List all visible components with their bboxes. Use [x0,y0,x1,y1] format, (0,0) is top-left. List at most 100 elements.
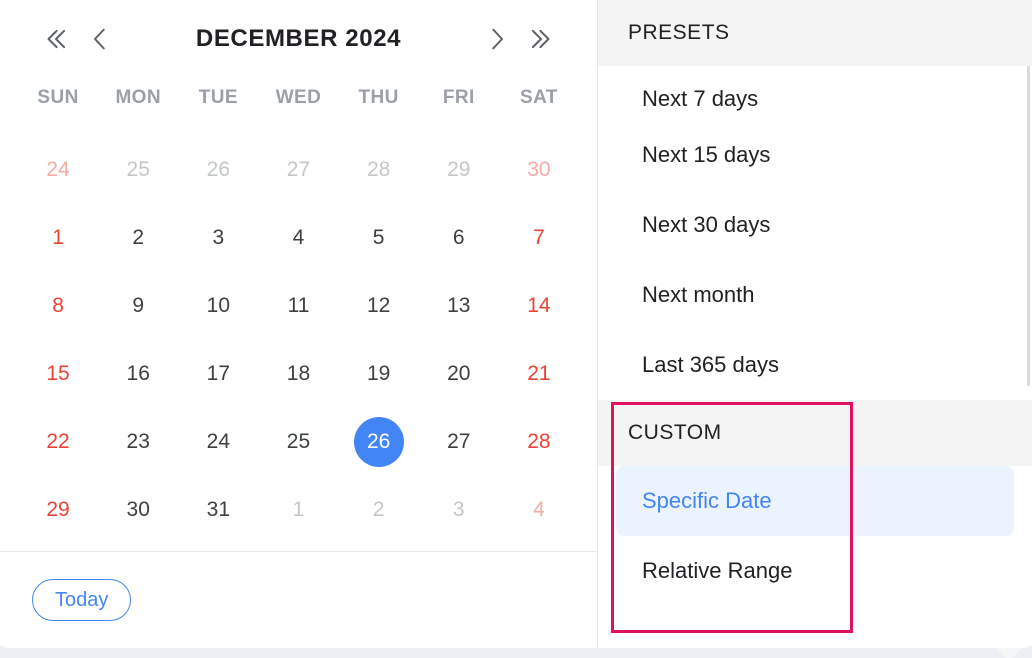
calendar-day-number: 6 [434,213,484,263]
calendar-day-number: 17 [193,349,243,399]
calendar-day[interactable]: 17 [178,340,258,408]
calendar-day-number: 14 [514,281,564,331]
calendar-day[interactable]: 25 [98,136,178,204]
calendar-day[interactable]: 22 [18,408,98,476]
calendar-day[interactable]: 21 [499,340,579,408]
calendar-day[interactable]: 31 [178,476,258,544]
calendar-day-number: 7 [514,213,564,263]
calendar-day[interactable]: 5 [339,204,419,272]
weekday-label-sun: SUN [18,87,98,109]
custom-option-relative-range[interactable]: Relative Range [598,536,1032,606]
calendar-day-number: 19 [354,349,404,399]
calendar-day-number: 24 [33,145,83,195]
weekday-label-thu: THU [339,87,419,109]
calendar-day[interactable]: 7 [499,204,579,272]
chevron-right-icon [482,24,512,54]
preset-option-next-30-days[interactable]: Next 30 days [598,190,1032,260]
calendar-day[interactable]: 26 [178,136,258,204]
calendar-day-number: 22 [33,417,83,467]
calendar-day-number: 4 [273,213,323,263]
calendar-day-number: 15 [33,349,83,399]
presets-scrollbar[interactable] [1027,66,1030,386]
calendar-day[interactable]: 18 [258,340,338,408]
weekday-label-wed: WED [258,87,338,109]
calendar-day-number: 31 [193,485,243,535]
calendar-day[interactable]: 4 [499,476,579,544]
calendar-day[interactable]: 28 [339,136,419,204]
calendar-day-number: 26 [193,145,243,195]
calendar-day-number: 16 [113,349,163,399]
calendar-day-number: 27 [273,145,323,195]
calendar-day[interactable]: 25 [258,408,338,476]
calendar-day[interactable]: 29 [419,136,499,204]
calendar-day[interactable]: 1 [258,476,338,544]
today-button[interactable]: Today [32,579,131,621]
calendar-day[interactable]: 9 [98,272,178,340]
calendar-day[interactable]: 3 [178,204,258,272]
calendar-day-number: 24 [193,417,243,467]
prev-month-button[interactable] [78,17,122,61]
custom-section-heading: CUSTOM [598,400,1032,466]
calendar-day[interactable]: 29 [18,476,98,544]
popup-container: DECEMBER 2024 [0,0,1032,648]
calendar-day-number: 10 [193,281,243,331]
calendar-day[interactable]: 2 [339,476,419,544]
calendar-day[interactable]: 20 [419,340,499,408]
calendar-day[interactable]: 27 [258,136,338,204]
preset-option-next-15-days[interactable]: Next 15 days [598,120,1032,190]
calendar-day-number: 28 [514,417,564,467]
calendar-day[interactable]: 10 [178,272,258,340]
weekday-header-row: SUNMONTUEWEDTHUFRISAT [0,78,597,118]
calendar-day[interactable]: 3 [419,476,499,544]
calendar-day[interactable]: 14 [499,272,579,340]
calendar-day[interactable]: 15 [18,340,98,408]
preset-option-last-365-days[interactable]: Last 365 days [598,330,1032,400]
calendar-day-number: 25 [113,145,163,195]
calendar-day-number: 3 [434,485,484,535]
calendar-pane: DECEMBER 2024 [0,0,597,648]
calendar-day[interactable]: 13 [419,272,499,340]
calendar-day[interactable]: 1 [18,204,98,272]
calendar-day-number: 27 [434,417,484,467]
calendar-day[interactable]: 23 [98,408,178,476]
presets-scroll-region[interactable]: PRESETS Next 7 daysNext 15 daysNext 30 d… [598,0,1032,648]
calendar-day-number: 3 [193,213,243,263]
next-month-button[interactable] [475,17,519,61]
calendar-day[interactable]: 4 [258,204,338,272]
preset-option-next-month[interactable]: Next month [598,260,1032,330]
presets-section-heading: PRESETS [598,0,1032,66]
custom-option-specific-date[interactable]: Specific Date [616,466,1014,536]
calendar-day-number: 29 [33,485,83,535]
calendar-day[interactable]: 24 [18,136,98,204]
calendar-day[interactable]: 16 [98,340,178,408]
calendar-day[interactable]: 28 [499,408,579,476]
prev-year-button[interactable] [34,17,78,61]
double-chevron-left-icon [41,24,71,54]
calendar-day-number: 28 [354,145,404,195]
calendar-day[interactable]: 2 [98,204,178,272]
calendar-month-title: DECEMBER 2024 [122,25,475,53]
calendar-days-grid: 2425262728293012345678910111213141516171… [0,118,597,544]
calendar-day[interactable]: 24 [178,408,258,476]
calendar-day-number: 5 [354,213,404,263]
calendar-day[interactable]: 30 [98,476,178,544]
weekday-label-sat: SAT [499,87,579,109]
next-year-button[interactable] [519,17,563,61]
calendar-day[interactable]: 11 [258,272,338,340]
calendar-day[interactable]: 8 [18,272,98,340]
calendar-day-selected[interactable]: 26 [339,408,419,476]
preset-option-next-7-days[interactable]: Next 7 days [598,66,1032,120]
chevron-left-icon [85,24,115,54]
calendar-day-number: 9 [113,281,163,331]
calendar-footer: Today [0,552,597,648]
calendar-day[interactable]: 12 [339,272,419,340]
date-picker-popup: DECEMBER 2024 [0,0,1032,658]
weekday-label-fri: FRI [419,87,499,109]
calendar-day[interactable]: 27 [419,408,499,476]
calendar-day-number: 26 [354,417,404,467]
calendar-day[interactable]: 30 [499,136,579,204]
calendar-day[interactable]: 19 [339,340,419,408]
calendar-day[interactable]: 6 [419,204,499,272]
calendar-day-number: 12 [354,281,404,331]
calendar-day-number: 1 [273,485,323,535]
